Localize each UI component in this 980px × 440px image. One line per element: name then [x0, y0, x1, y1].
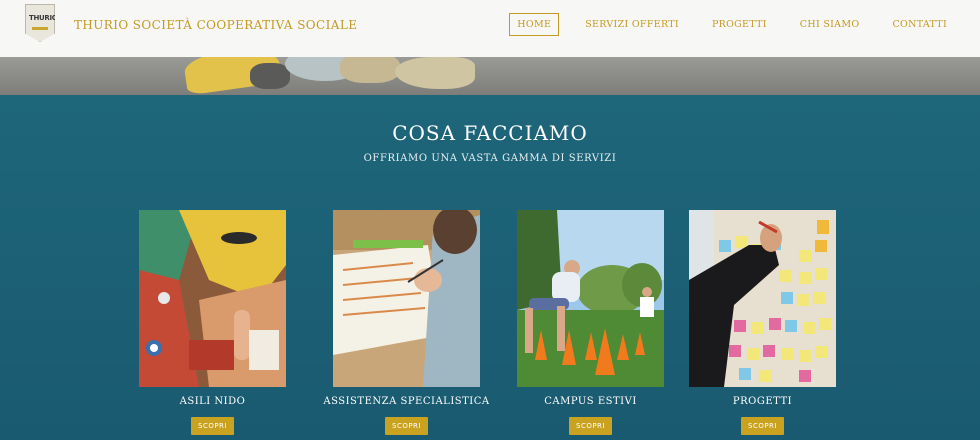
service-card-campus-estivi: CAMPUS ESTIVI SCOPRI [517, 210, 664, 435]
nav-contatti[interactable]: CONTATTI [885, 14, 954, 35]
service-card-assistenza-specialistica: ASSISTENZA SPECIALISTICA SCOPRI [323, 210, 489, 435]
campus-estivi-scopri-button[interactable]: SCOPRI [569, 417, 612, 435]
assistenza-specialistica-image[interactable] [333, 210, 480, 387]
hero-hand-shape [340, 57, 400, 83]
campus-estivi-image[interactable] [517, 210, 664, 387]
site-brand[interactable]: THURIO SOCIETÀ COOPERATIVA SOCIALE [74, 18, 357, 32]
asili-nido-image[interactable] [139, 210, 286, 387]
progetti-illustration [689, 210, 836, 387]
main-nav: HOME SERVIZI OFFERTI PROGETTI CHI SIAMO … [509, 13, 954, 36]
asili-nido-illustration [139, 210, 286, 387]
nav-progetti[interactable]: PROGETTI [705, 14, 774, 35]
site-header: THURIO THURIO SOCIETÀ COOPERATIVA SOCIAL… [0, 0, 980, 58]
assistenza-illustration [333, 210, 480, 387]
service-card-asili-nido: ASILI NIDO SCOPRI [139, 210, 286, 435]
campus-estivi-illustration [517, 210, 664, 387]
hero-hand-shape [395, 57, 475, 89]
asili-nido-scopri-button[interactable]: SCOPRI [191, 417, 234, 435]
hero-image [0, 57, 980, 95]
hero-hand-shape [250, 63, 290, 89]
assistenza-specialistica-scopri-button[interactable]: SCOPRI [385, 417, 428, 435]
section-title: COSA FACCIAMO [392, 121, 588, 145]
nav-home[interactable]: HOME [509, 13, 560, 36]
services-section: COSA FACCIAMO OFFRIAMO UNA VASTA GAMMA D… [0, 95, 980, 440]
progetti-image[interactable] [689, 210, 836, 387]
progetti-scopri-button[interactable]: SCOPRI [741, 417, 784, 435]
logo-stripe [32, 27, 48, 30]
service-card-progetti: PROGETTI SCOPRI [689, 210, 836, 435]
section-subtitle: OFFRIAMO UNA VASTA GAMMA DI SERVIZI [363, 153, 617, 164]
nav-chi-siamo[interactable]: CHI SIAMO [793, 14, 867, 35]
logo[interactable]: THURIO [25, 4, 55, 42]
nav-servizi-offerti[interactable]: SERVIZI OFFERTI [578, 14, 686, 35]
asili-nido-label: ASILI NIDO [179, 396, 246, 407]
progetti-label: PROGETTI [732, 396, 793, 407]
logo-text: THURIO [29, 14, 58, 22]
